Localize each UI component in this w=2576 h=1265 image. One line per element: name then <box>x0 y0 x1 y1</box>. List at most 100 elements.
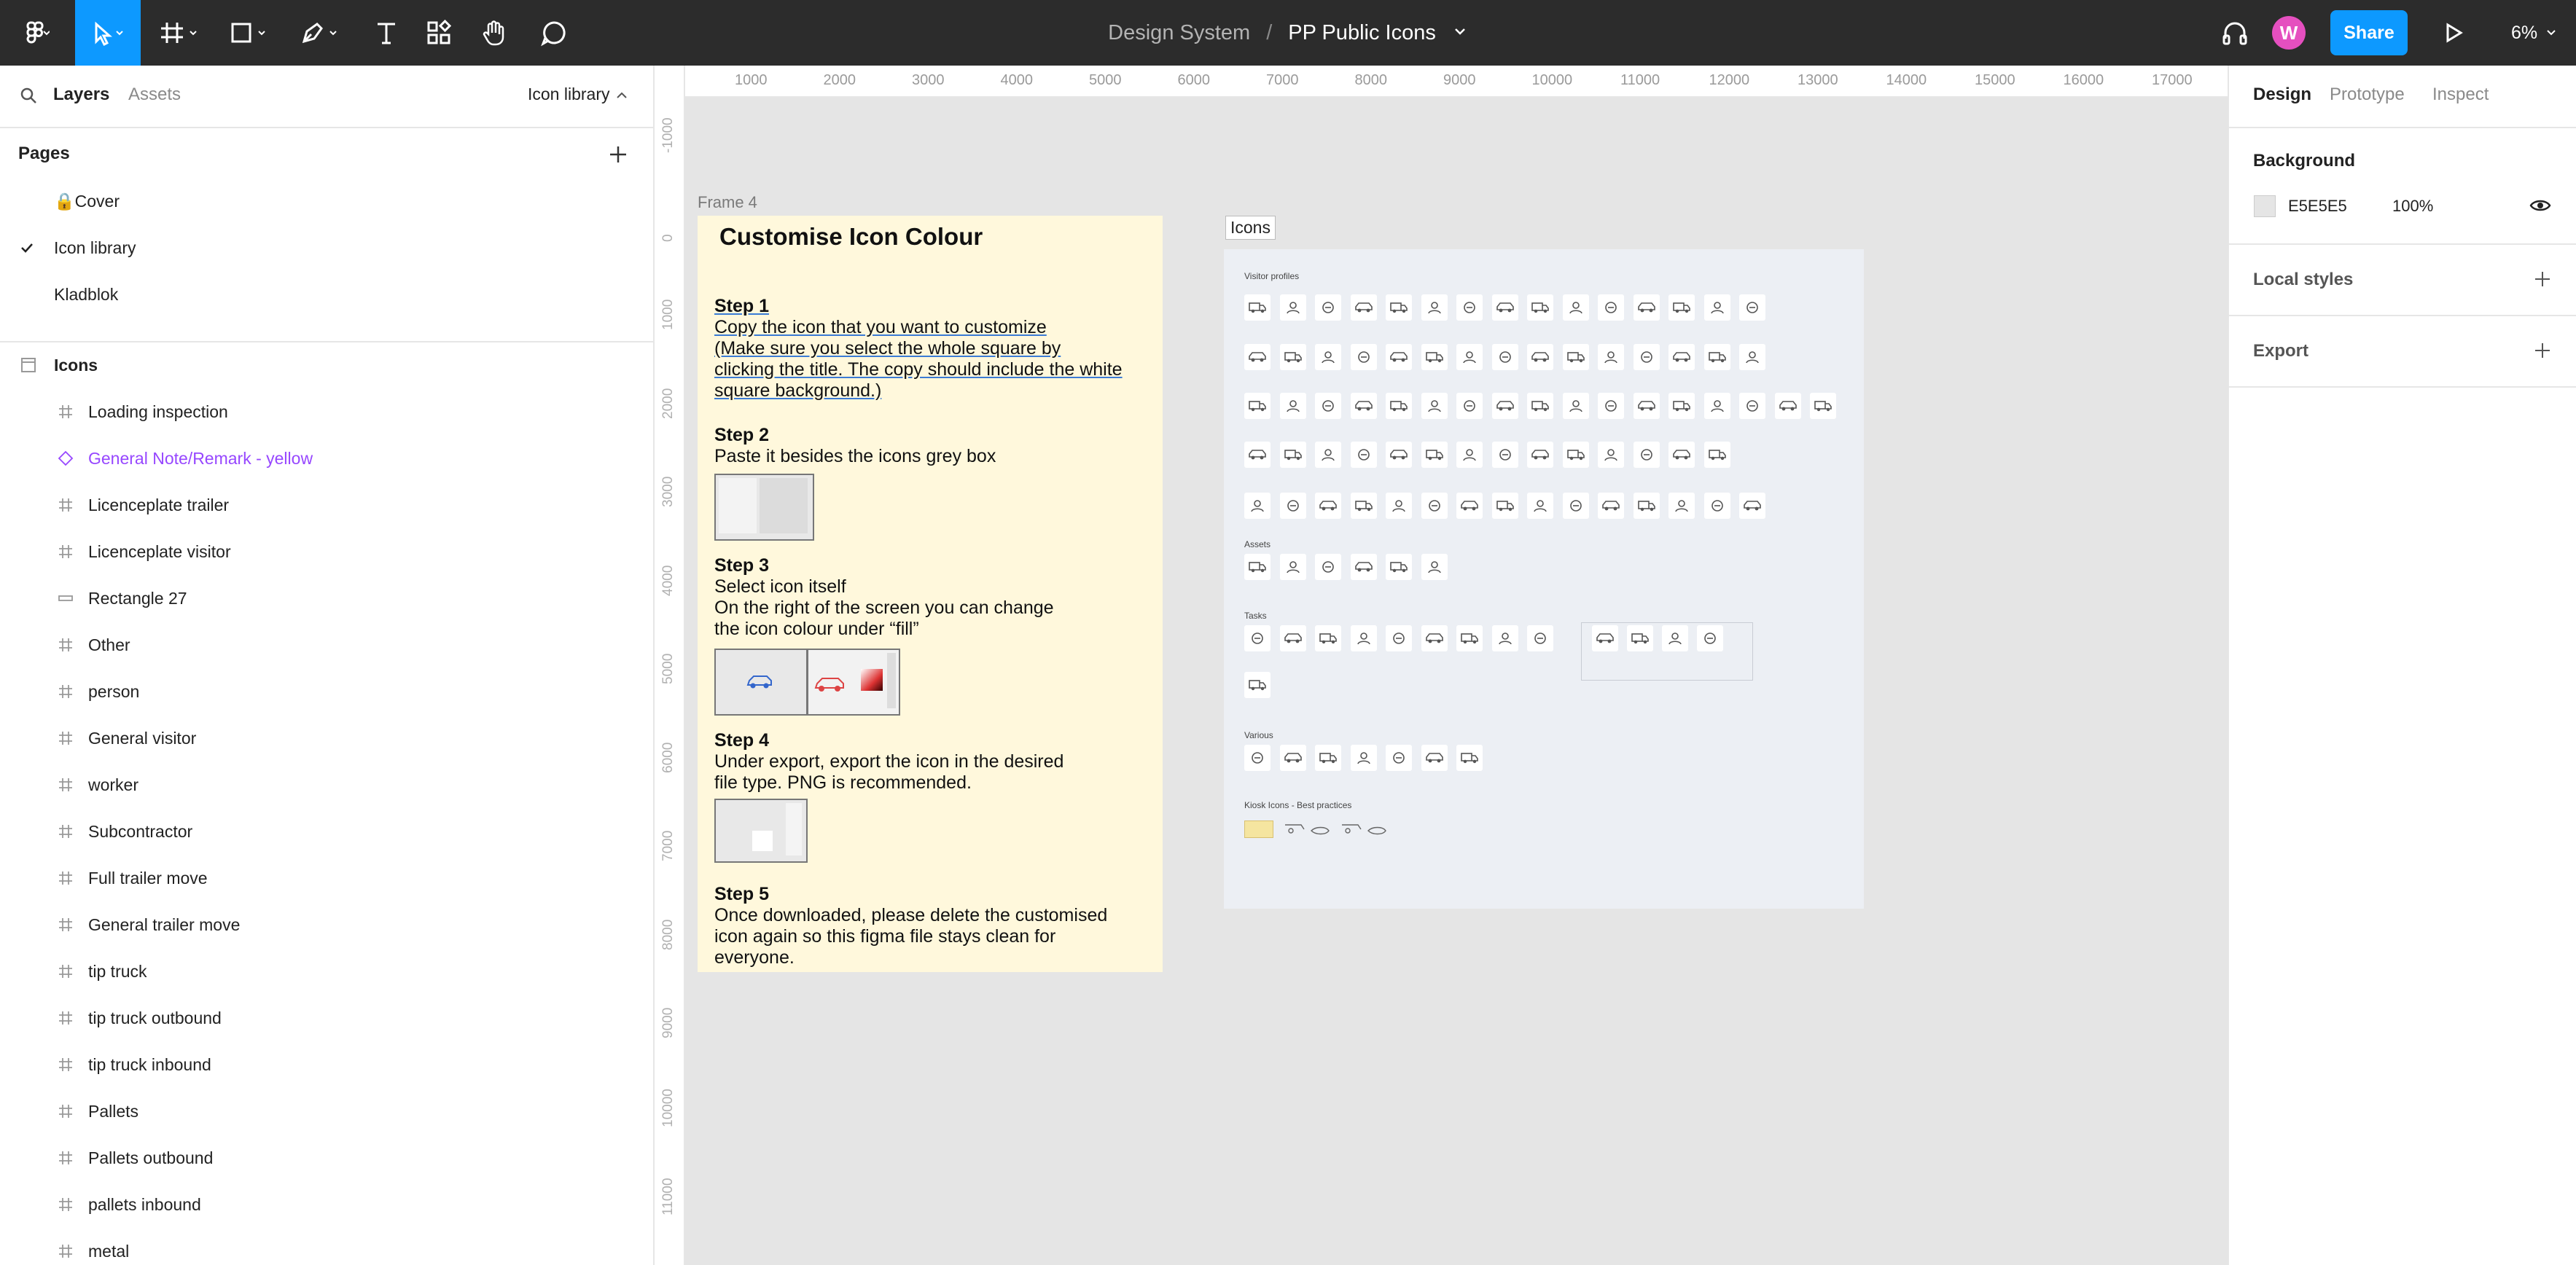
layer-item[interactable]: tip truck outbound <box>0 995 653 1041</box>
icon-tile[interactable] <box>1279 554 1306 580</box>
frame-tool-button[interactable] <box>152 0 210 66</box>
layer-item[interactable]: General Note/Remark - yellow <box>0 435 653 482</box>
page-item-kladblok[interactable]: Kladblok <box>0 272 653 317</box>
icon-tile[interactable] <box>1350 554 1377 580</box>
layer-item[interactable]: Licenceplate visitor <box>0 528 653 575</box>
icon-tile[interactable] <box>1668 393 1695 419</box>
icon-tile[interactable] <box>1662 625 1688 651</box>
layer-item[interactable]: Subcontractor <box>0 808 653 855</box>
icon-tile[interactable] <box>1739 393 1765 419</box>
icon-tile[interactable] <box>1279 344 1306 370</box>
icon-tile[interactable] <box>1527 393 1553 419</box>
layer-frame-icons[interactable]: Icons <box>0 342 653 388</box>
icon-tile[interactable] <box>1315 294 1341 321</box>
icon-tile[interactable] <box>1315 493 1341 519</box>
icon-tile[interactable] <box>1456 442 1483 468</box>
add-export-icon[interactable] <box>2534 342 2551 359</box>
layer-item[interactable]: General trailer move <box>0 901 653 948</box>
icon-tile[interactable] <box>1527 294 1553 321</box>
icon-tile[interactable] <box>1491 625 1518 651</box>
icon-tile[interactable] <box>1350 294 1377 321</box>
icon-tile[interactable] <box>1279 625 1306 651</box>
icon-tile[interactable] <box>1598 442 1624 468</box>
text-tool-button[interactable] <box>364 0 408 66</box>
icon-tile[interactable] <box>1350 393 1377 419</box>
icon-tile[interactable] <box>1421 393 1448 419</box>
layer-item[interactable]: metal <box>0 1228 653 1265</box>
layer-item[interactable]: pallets inbound <box>0 1181 653 1228</box>
tab-assets[interactable]: Assets <box>128 85 181 105</box>
icon-tile[interactable] <box>1386 493 1412 519</box>
frame4[interactable]: Customise Icon Colour Step 1 Copy the ic… <box>698 216 1163 972</box>
icon-tile[interactable] <box>1627 625 1653 651</box>
icon-tile[interactable] <box>1350 442 1377 468</box>
icon-tile[interactable] <box>1774 393 1801 419</box>
layer-item[interactable]: Loading inspection <box>0 388 653 435</box>
tab-layers[interactable]: Layers <box>53 85 109 105</box>
icon-tile[interactable] <box>1491 294 1518 321</box>
tab-design[interactable]: Design <box>2253 85 2311 105</box>
present-button[interactable] <box>2431 0 2475 66</box>
icon-tile[interactable] <box>1386 294 1412 321</box>
search-icon[interactable] <box>19 86 38 105</box>
icon-tile[interactable] <box>1279 442 1306 468</box>
icon-tile[interactable] <box>1386 344 1412 370</box>
tab-prototype[interactable]: Prototype <box>2330 85 2405 105</box>
icon-tile[interactable] <box>1527 344 1553 370</box>
icon-tile[interactable] <box>1456 493 1483 519</box>
comment-tool-button[interactable] <box>532 0 576 66</box>
icon-tile[interactable] <box>1279 294 1306 321</box>
icon-tile[interactable] <box>1456 294 1483 321</box>
icon-tile[interactable] <box>1810 393 1836 419</box>
user-avatar[interactable]: W <box>2272 16 2306 50</box>
icon-tile[interactable] <box>1739 344 1765 370</box>
icon-tile[interactable] <box>1456 393 1483 419</box>
icon-tile[interactable] <box>1668 442 1695 468</box>
icon-tile[interactable] <box>1703 344 1730 370</box>
icon-tile[interactable] <box>1421 745 1448 771</box>
layer-item[interactable]: Other <box>0 622 653 668</box>
page-selector[interactable]: Icon library <box>528 85 609 104</box>
figma-menu-button[interactable] <box>13 0 57 66</box>
icon-tile[interactable] <box>1491 393 1518 419</box>
icon-tile[interactable] <box>1562 344 1589 370</box>
page-item-icon-library[interactable]: Icon library <box>0 225 653 270</box>
icon-tile[interactable] <box>1703 442 1730 468</box>
icon-tile[interactable] <box>1244 672 1271 698</box>
file-name[interactable]: PP Public Icons <box>1288 21 1436 45</box>
icon-tile[interactable] <box>1421 625 1448 651</box>
icon-tile[interactable] <box>1633 393 1660 419</box>
shape-tool-button[interactable] <box>223 0 281 66</box>
icon-tile[interactable] <box>1562 294 1589 321</box>
share-button[interactable]: Share <box>2330 10 2408 55</box>
layer-item[interactable]: worker <box>0 761 653 808</box>
icon-tile[interactable] <box>1244 294 1271 321</box>
icon-tile[interactable] <box>1527 493 1553 519</box>
icon-tile[interactable] <box>1244 745 1271 771</box>
icon-tile[interactable] <box>1315 625 1341 651</box>
icon-tile[interactable] <box>1456 625 1483 651</box>
layer-item[interactable]: Full trailer move <box>0 855 653 901</box>
icon-tile[interactable] <box>1739 493 1765 519</box>
eye-icon[interactable] <box>2529 197 2551 214</box>
icon-tile[interactable] <box>1350 493 1377 519</box>
icon-tile[interactable] <box>1633 493 1660 519</box>
icon-tile[interactable] <box>1386 745 1412 771</box>
icon-tile[interactable] <box>1315 554 1341 580</box>
icon-tile[interactable] <box>1598 493 1624 519</box>
layer-item[interactable]: tip truck inbound <box>0 1041 653 1088</box>
icon-tile[interactable] <box>1350 344 1377 370</box>
pen-tool-button[interactable] <box>294 0 353 66</box>
background-swatch[interactable] <box>2254 195 2276 217</box>
icon-tile[interactable] <box>1633 442 1660 468</box>
layer-item[interactable]: person <box>0 668 653 715</box>
icon-tile[interactable] <box>1562 393 1589 419</box>
layer-item[interactable]: Pallets <box>0 1088 653 1135</box>
icon-tile[interactable] <box>1244 393 1271 419</box>
icon-tile[interactable] <box>1350 625 1377 651</box>
chevron-up-icon[interactable] <box>615 90 628 101</box>
icon-tile[interactable] <box>1244 625 1271 651</box>
icon-tile[interactable] <box>1703 493 1730 519</box>
icon-tile[interactable] <box>1592 625 1618 651</box>
icon-tile[interactable] <box>1633 294 1660 321</box>
